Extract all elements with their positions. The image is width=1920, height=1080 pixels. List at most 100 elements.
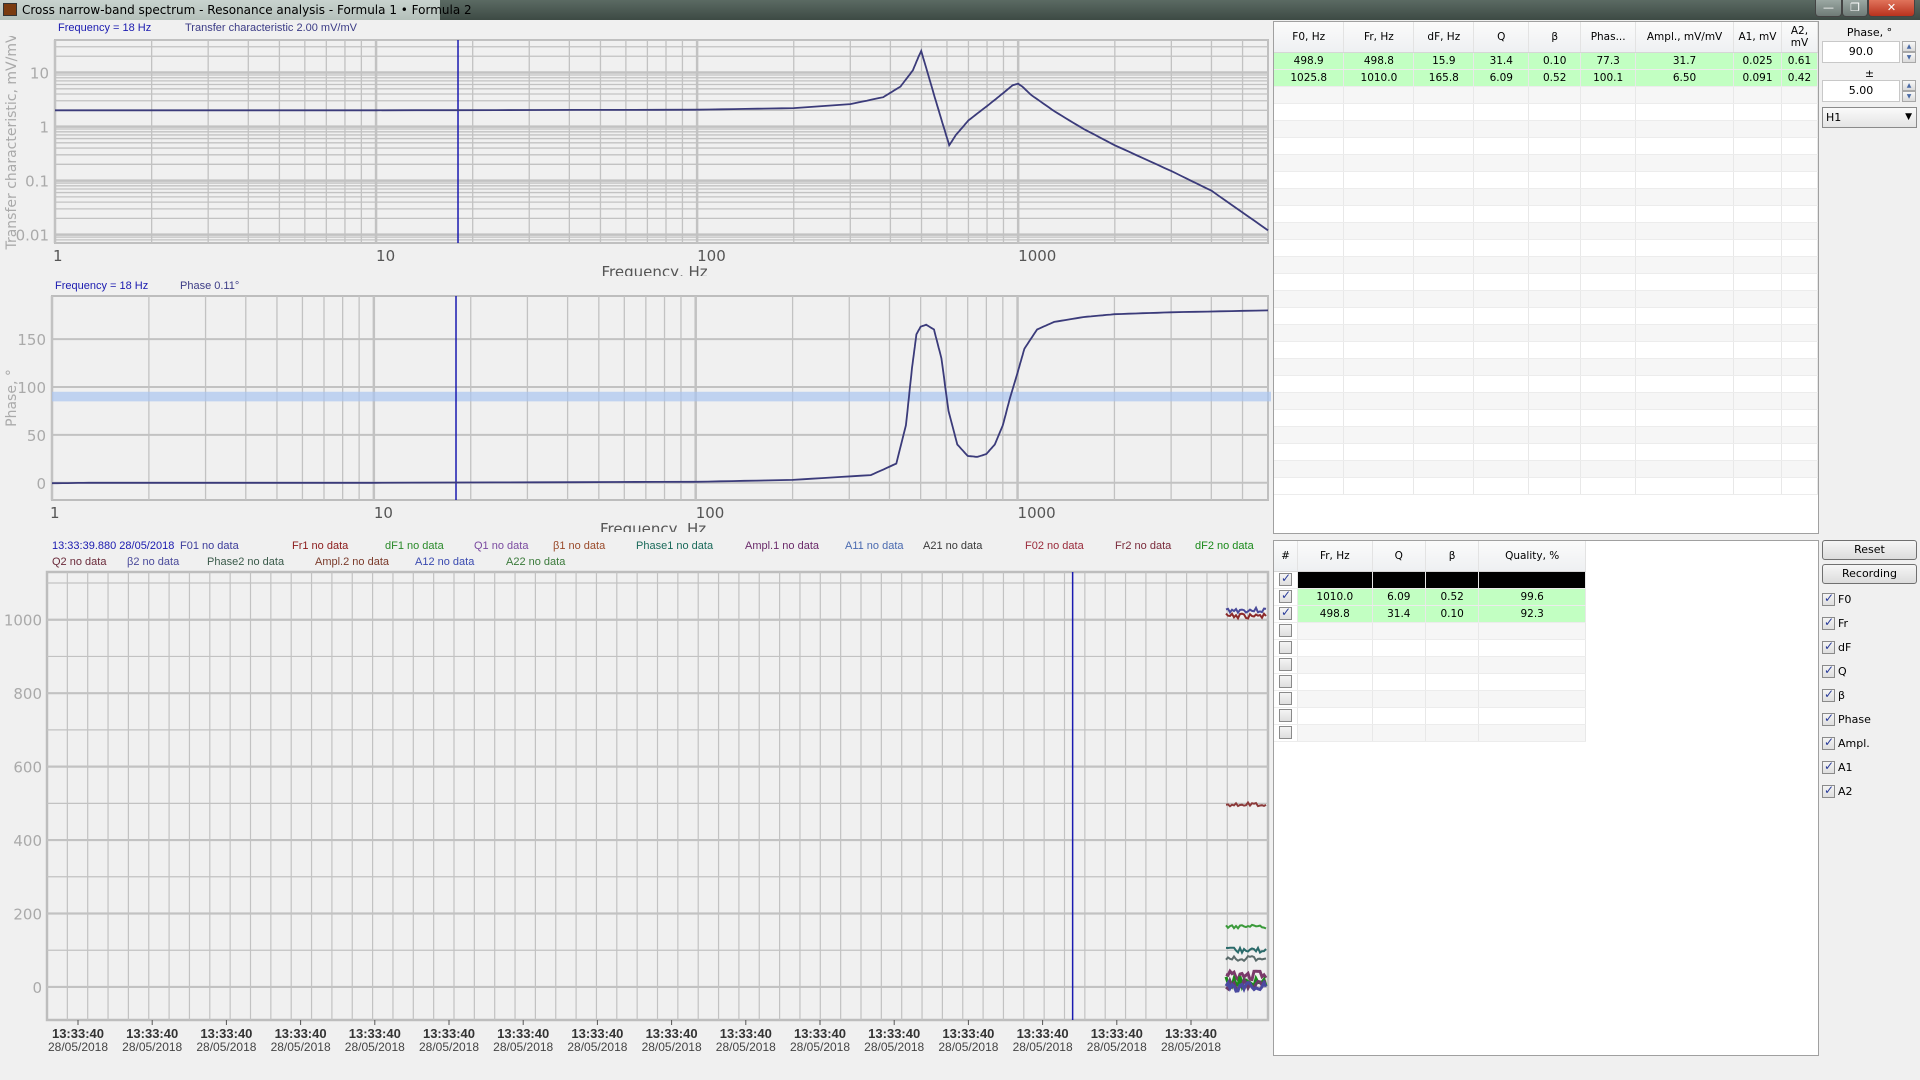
tolerance-spinner[interactable]: ▲ ▼ [1902,80,1916,102]
row-checkbox[interactable] [1278,571,1292,586]
column-header[interactable]: β [1528,22,1582,53]
column-header[interactable]: dF, Hz [1413,22,1475,53]
close-button[interactable]: ✕ [1868,0,1915,17]
table-row[interactable] [1274,639,1586,657]
column-header[interactable]: Q [1372,541,1426,572]
table-row[interactable]: 1025.8 1010.0 165.8 6.09 0.52 100.1 6.50 0.091 0… [1274,69,1818,87]
checkbox-box[interactable] [1822,639,1835,654]
column-header[interactable]: A1, mV [1733,22,1782,53]
column-header[interactable]: # [1274,541,1298,572]
column-header[interactable]: Fr, Hz [1297,541,1373,572]
column-header[interactable]: Phas... [1580,22,1637,53]
row-checkbox-cell[interactable] [1274,588,1298,606]
row-checkbox[interactable] [1278,675,1292,688]
checkbox-box[interactable] [1822,759,1835,774]
phase-chart[interactable]: 0501001501 10 100 1000Frequency, HzPhase, ° [0,292,1272,532]
table-cell [1413,443,1475,461]
checkbox-box[interactable] [1822,735,1835,750]
row-checkbox-cell[interactable] [1274,690,1298,708]
column-header[interactable]: β [1425,541,1480,572]
row-checkbox[interactable] [1278,692,1292,705]
column-header[interactable]: Fr, Hz [1343,22,1415,53]
table-row[interactable]: 498.831.40.1092.3 [1274,605,1586,623]
legend-item: dF2 no data [1195,540,1254,552]
checkbox-box[interactable] [1822,663,1835,678]
checkbox-fr[interactable]: Fr [1822,615,1848,630]
table-row[interactable] [1274,571,1586,589]
phase-spinner[interactable]: ▲ ▼ [1902,41,1916,63]
empty-table-row [1274,392,1818,410]
table-cell [1635,477,1734,495]
column-header[interactable]: Q [1473,22,1530,53]
legend-item: A11 no data [845,540,904,552]
table-row[interactable] [1274,724,1586,742]
table-cell [1274,307,1345,325]
y-tick-label: 0 [36,475,46,493]
spin-up-icon[interactable]: ▲ [1902,41,1916,52]
table-cell [1580,324,1637,342]
row-checkbox-cell[interactable] [1274,605,1298,623]
table-cell [1274,222,1345,240]
row-checkbox[interactable] [1278,624,1292,637]
checkbox-phase[interactable]: Phase [1822,711,1871,726]
row-checkbox-cell[interactable] [1274,707,1298,725]
row-checkbox-cell[interactable] [1274,571,1298,589]
row-checkbox-cell[interactable] [1274,656,1298,674]
checkbox-box[interactable] [1822,687,1835,702]
minimize-button[interactable]: — [1815,0,1842,17]
checkbox-box[interactable] [1822,591,1835,606]
table-cell [1478,724,1586,742]
maximize-button[interactable]: ❐ [1842,0,1868,17]
row-checkbox[interactable] [1278,709,1292,722]
table-cell [1528,273,1582,291]
table-row[interactable] [1274,656,1586,674]
row-checkbox[interactable] [1278,588,1292,603]
transfer-characteristic-chart[interactable]: 0.010.11101 10 100 1000Frequency, HzTransfe… [0,36,1272,276]
table-row[interactable] [1274,690,1586,708]
spin-down-icon[interactable]: ▼ [1902,91,1916,102]
column-header[interactable]: F0, Hz [1274,22,1345,53]
channel-select[interactable]: H1 ▼ [1822,107,1917,128]
table-cell [1413,205,1475,223]
column-header[interactable]: Quality, % [1478,541,1586,572]
row-checkbox-cell[interactable] [1274,724,1298,742]
checkbox-a1[interactable]: A1 [1822,759,1853,774]
row-checkbox-cell[interactable] [1274,639,1298,657]
checkbox-ampl[interactable]: Ampl. [1822,735,1870,750]
row-checkbox-cell[interactable] [1274,622,1298,640]
checkbox-box[interactable] [1822,783,1835,798]
table-row[interactable] [1274,622,1586,640]
checkbox-box[interactable] [1822,615,1835,630]
table-cell [1413,341,1475,359]
table-cell [1413,86,1475,104]
phase-value-input[interactable]: 90.0 [1822,41,1900,63]
tolerance-value-input[interactable]: 5.00 [1822,80,1900,102]
table-cell [1635,358,1734,376]
table-cell: 165.8 [1413,69,1475,87]
checkbox-q[interactable]: Q [1822,663,1847,678]
column-header[interactable]: Ampl., mV/mV [1635,22,1734,53]
row-checkbox[interactable] [1278,605,1292,620]
row-checkbox[interactable] [1278,658,1292,671]
table-cell [1343,273,1415,291]
checkbox-β[interactable]: β [1822,687,1845,702]
checkbox-a2[interactable]: A2 [1822,783,1853,798]
table-cell [1528,290,1582,308]
table-row[interactable] [1274,673,1586,691]
row-checkbox-cell[interactable] [1274,673,1298,691]
row-checkbox[interactable] [1278,726,1292,739]
checkbox-box[interactable] [1822,711,1835,726]
spin-down-icon[interactable]: ▼ [1902,52,1916,63]
table-row[interactable] [1274,707,1586,725]
checkbox-f0[interactable]: F0 [1822,591,1851,606]
checkbox-df[interactable]: dF [1822,639,1851,654]
spin-up-icon[interactable]: ▲ [1902,80,1916,91]
reset-button[interactable]: Reset [1822,540,1917,560]
table-row[interactable]: 1010.06.090.5299.6 [1274,588,1586,606]
column-header[interactable]: A2, mV [1781,22,1818,53]
row-checkbox[interactable] [1278,641,1292,654]
recording-button[interactable]: Recording [1822,564,1917,584]
table-cell [1733,341,1782,359]
parameter-history-chart[interactable]: 0200400600800100013:33:4028/05/201813:33… [0,570,1272,1070]
table-row[interactable]: 498.9 498.8 15.9 31.4 0.10 77.3 31.7 0.025 0.61 [1274,52,1818,70]
